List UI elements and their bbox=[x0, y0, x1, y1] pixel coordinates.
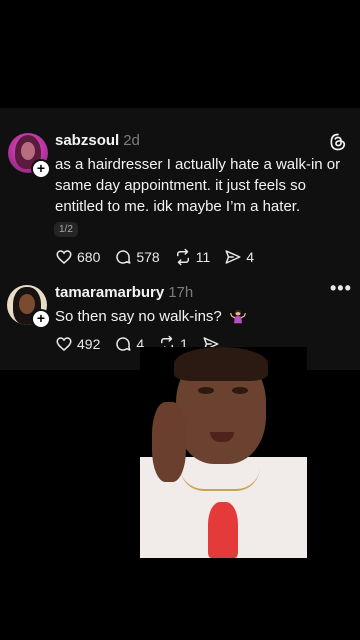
repost-button[interactable]: 11 bbox=[174, 248, 211, 266]
avatar-face bbox=[21, 142, 35, 160]
necklace bbox=[180, 467, 260, 491]
reply-button[interactable]: 578 bbox=[114, 248, 160, 266]
eye-left bbox=[198, 387, 214, 394]
page-indicator: 1/2 bbox=[54, 222, 78, 237]
post-1-time: 2d bbox=[123, 132, 140, 149]
post-2-username[interactable]: tamaramarbury bbox=[55, 284, 164, 301]
comment-icon bbox=[116, 250, 131, 264]
repost-icon bbox=[176, 248, 189, 266]
post-2-header: tamaramarbury 17h bbox=[55, 284, 193, 301]
hair bbox=[174, 347, 268, 381]
post-1-username[interactable]: sabzsoul bbox=[55, 132, 119, 149]
threads-logo-icon[interactable] bbox=[328, 132, 348, 152]
like-count: 680 bbox=[77, 249, 101, 265]
follow-plus-icon[interactable]: + bbox=[33, 311, 49, 327]
heart-icon bbox=[56, 250, 72, 264]
video-overlay bbox=[140, 347, 307, 558]
post-1-text: as a hairdresser I actually hate a walk-… bbox=[55, 156, 341, 215]
thread-card bbox=[0, 108, 360, 370]
post-2-text: So then say no walk-ins? bbox=[55, 308, 222, 325]
avatar-face bbox=[19, 294, 35, 314]
like-count: 492 bbox=[77, 336, 101, 352]
like-button[interactable]: 680 bbox=[55, 248, 100, 266]
send-icon bbox=[225, 250, 241, 264]
woman-shrugging-emoji-icon bbox=[230, 310, 246, 324]
share-count: 4 bbox=[246, 249, 255, 265]
post-2-text-row: So then say no walk-ins? bbox=[55, 306, 246, 327]
comment-icon bbox=[116, 337, 131, 351]
shirt-graphic bbox=[208, 502, 238, 558]
post-1-actions: 680 578 11 4 bbox=[55, 248, 268, 266]
more-horizontal-icon[interactable]: ••• bbox=[330, 278, 352, 299]
like-button[interactable]: 492 bbox=[55, 335, 100, 353]
post-2-time: 17h bbox=[168, 284, 194, 301]
post-1-header: sabzsoul 2d bbox=[55, 132, 140, 149]
reply-count: 578 bbox=[136, 249, 160, 265]
share-button[interactable]: 4 bbox=[224, 248, 254, 266]
repost-count: 11 bbox=[195, 249, 211, 265]
follow-plus-icon[interactable]: + bbox=[33, 161, 49, 177]
hand bbox=[152, 402, 186, 482]
heart-icon bbox=[56, 337, 72, 351]
eye-right bbox=[232, 387, 248, 394]
